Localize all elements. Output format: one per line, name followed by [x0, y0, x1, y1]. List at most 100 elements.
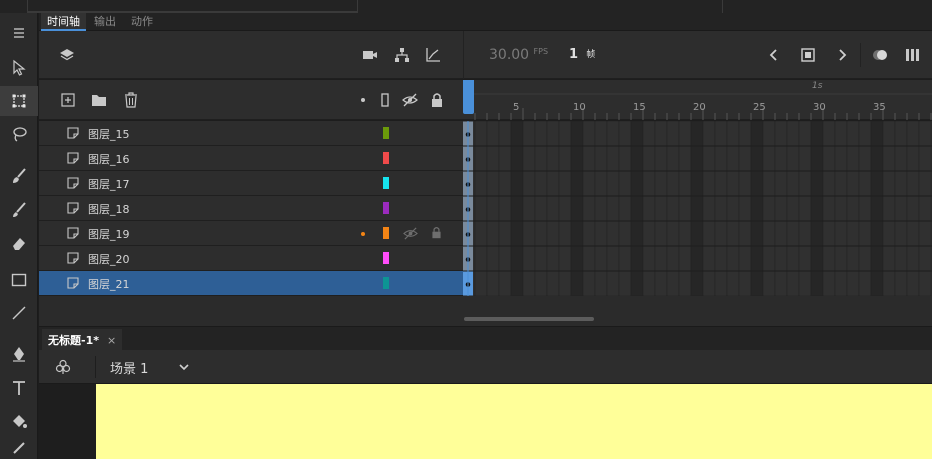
horizontal-scrollbar[interactable]: [464, 317, 594, 321]
frame-column[interactable]: [822, 120, 836, 297]
highlight-layers-dot-icon[interactable]: [361, 98, 365, 102]
layer-locked-icon[interactable]: [430, 226, 443, 239]
frame-column[interactable]: [774, 120, 788, 297]
frame-column[interactable]: [714, 120, 728, 297]
lasso-tool-icon[interactable]: [0, 119, 38, 149]
line-tool-icon[interactable]: [0, 298, 38, 328]
scene-label[interactable]: 场景 1: [110, 358, 148, 377]
layer-color-swatch[interactable]: [383, 152, 389, 164]
frame-column[interactable]: [846, 120, 860, 297]
frame-column[interactable]: [918, 120, 932, 297]
frame-column[interactable]: [606, 120, 620, 297]
layer-name[interactable]: 图层_21: [88, 276, 130, 292]
previous-frame-icon[interactable]: [766, 47, 782, 63]
layer-name[interactable]: 图层_17: [88, 176, 130, 192]
frame-column[interactable]: [654, 120, 668, 297]
frame-column[interactable]: [666, 120, 680, 297]
layers-icon[interactable]: [59, 47, 75, 63]
frame-column[interactable]: [486, 120, 500, 297]
frame-column[interactable]: [702, 120, 716, 297]
camera-icon[interactable]: [362, 47, 378, 63]
frame-column[interactable]: [630, 120, 644, 297]
frame-column[interactable]: [786, 120, 800, 297]
frame-column[interactable]: [750, 120, 764, 297]
tab-actions[interactable]: 动作: [125, 13, 159, 31]
frame-column[interactable]: [498, 120, 512, 297]
layer-color-swatch[interactable]: [383, 277, 389, 289]
frame-grid[interactable]: [462, 120, 932, 297]
layer-row[interactable]: 图层_20: [39, 246, 463, 271]
layer-row[interactable]: 图层_18: [39, 196, 463, 221]
layer-hidden-icon[interactable]: [403, 226, 418, 241]
delete-layer-icon[interactable]: [123, 92, 139, 108]
tab-output[interactable]: 输出: [88, 13, 122, 31]
fps-readout[interactable]: 30.00 FPS: [489, 47, 548, 63]
paint-bucket-tool-icon[interactable]: [0, 407, 38, 437]
brush-tool-icon[interactable]: [0, 195, 38, 225]
document-tab[interactable]: 无标题-1* ×: [42, 329, 123, 351]
frame-column[interactable]: [798, 120, 812, 297]
frame-column[interactable]: [474, 120, 488, 297]
frame-column[interactable]: [642, 120, 656, 297]
layer-row[interactable]: 图层_21: [39, 271, 463, 296]
next-frame-icon[interactable]: [834, 47, 850, 63]
frame-column[interactable]: [690, 120, 704, 297]
layer-color-swatch[interactable]: [383, 127, 389, 139]
tab-timeline[interactable]: 时间轴: [41, 13, 86, 31]
layer-color-swatch[interactable]: [383, 202, 389, 214]
selection-tool-icon[interactable]: [0, 53, 38, 83]
frame-column[interactable]: [810, 120, 824, 297]
new-folder-icon[interactable]: [91, 92, 107, 108]
layer-name[interactable]: 图层_18: [88, 201, 130, 217]
hide-layers-icon[interactable]: [402, 92, 418, 108]
layer-row[interactable]: 图层_17: [39, 171, 463, 196]
frame-column[interactable]: [894, 120, 908, 297]
frame-column[interactable]: [678, 120, 692, 297]
eyedropper-tool-icon[interactable]: [0, 437, 38, 459]
frame-column[interactable]: [762, 120, 776, 297]
layer-row[interactable]: 图层_15: [39, 121, 463, 146]
frame-column[interactable]: [882, 120, 896, 297]
frame-column[interactable]: [570, 120, 584, 297]
lock-layers-icon[interactable]: [429, 92, 445, 108]
frame-column[interactable]: [546, 120, 560, 297]
playhead[interactable]: [463, 80, 474, 114]
frame-column[interactable]: [738, 120, 752, 297]
layer-color-swatch[interactable]: [383, 252, 389, 264]
pen-tool-icon[interactable]: [0, 339, 38, 369]
current-frame-readout[interactable]: 1 帧: [569, 47, 595, 62]
frame-column[interactable]: [582, 120, 596, 297]
layer-name[interactable]: 图层_19: [88, 226, 130, 242]
show-outlines-icon[interactable]: [377, 92, 393, 108]
frame-column[interactable]: [870, 120, 884, 297]
layer-parenting-icon[interactable]: [394, 47, 410, 63]
frame-column[interactable]: [594, 120, 608, 297]
chevron-down-icon[interactable]: [176, 359, 192, 375]
frame-column[interactable]: [510, 120, 524, 297]
layer-row[interactable]: 图层_16: [39, 146, 463, 171]
frame-ruler[interactable]: 5 10 15 20 25 30 35 1s: [463, 80, 932, 120]
layer-name[interactable]: 图层_16: [88, 151, 130, 167]
stage[interactable]: [96, 384, 932, 459]
rectangle-tool-icon[interactable]: [0, 265, 38, 295]
edit-multiple-frames-icon[interactable]: [905, 47, 921, 63]
frame-column[interactable]: [858, 120, 872, 297]
frame-column[interactable]: [534, 120, 548, 297]
panel-menu-icon[interactable]: [0, 21, 38, 45]
layer-row[interactable]: 图层_19: [39, 221, 463, 246]
play-stop-icon[interactable]: [800, 47, 816, 63]
graph-icon[interactable]: [425, 47, 441, 63]
text-tool-icon[interactable]: [0, 373, 38, 403]
free-transform-tool-icon[interactable]: [0, 86, 38, 116]
frame-column[interactable]: [834, 120, 848, 297]
frame-column[interactable]: [522, 120, 536, 297]
edit-symbols-icon[interactable]: [55, 359, 71, 375]
onion-skin-icon[interactable]: [872, 47, 888, 63]
frame-column[interactable]: [558, 120, 572, 297]
paint-brush-tool-icon[interactable]: [0, 161, 38, 191]
layer-color-swatch[interactable]: [383, 227, 389, 239]
eraser-tool-icon[interactable]: [0, 228, 38, 258]
layer-name[interactable]: 图层_15: [88, 126, 130, 142]
frame-column[interactable]: [726, 120, 740, 297]
close-icon[interactable]: ×: [107, 334, 116, 347]
